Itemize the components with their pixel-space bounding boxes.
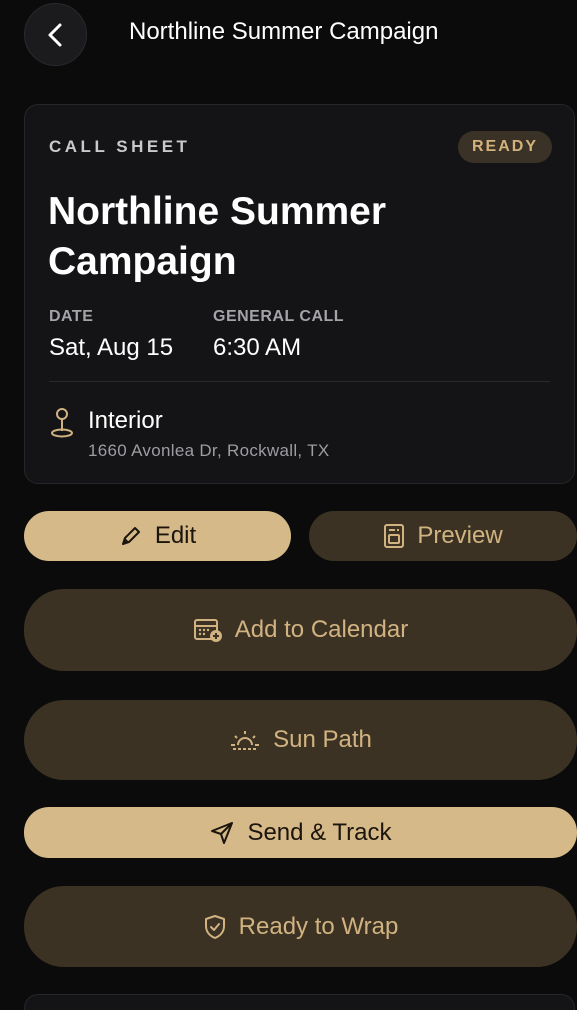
send-and-track-label: Send & Track	[247, 818, 392, 846]
card-eyebrow: CALL SHEET	[49, 137, 191, 156]
add-to-calendar-label: Add to Calendar	[234, 616, 409, 643]
ready-to-wrap-button[interactable]: Ready to Wrap	[24, 886, 577, 967]
sun-path-button[interactable]: Sun Path	[24, 700, 577, 780]
date-label: DATE	[49, 308, 94, 325]
preview-button-label: Preview	[417, 522, 503, 549]
location-pin-icon	[51, 408, 73, 438]
nav-header: Northline Summer Campaign	[0, 0, 577, 68]
ready-to-wrap-label: Ready to Wrap	[238, 912, 399, 940]
shield-check-icon	[204, 914, 225, 939]
preview-button[interactable]: Preview	[309, 511, 577, 561]
back-button[interactable]	[24, 3, 87, 66]
card-divider	[49, 381, 550, 382]
edit-button-label: Edit	[154, 522, 197, 549]
general-call-label: GENERAL CALL	[213, 308, 345, 325]
send-and-track-button[interactable]: Send & Track	[24, 807, 577, 858]
date-value: Sat, Aug 15	[49, 334, 174, 361]
header-title: Northline Summer Campaign	[129, 18, 439, 45]
call-sheet-screen: Northline Summer Campaign CALL SHEET REA…	[0, 0, 577, 1010]
chevron-left-icon	[48, 23, 61, 46]
document-preview-icon	[384, 524, 405, 548]
next-section-card	[24, 994, 575, 1010]
pencil-icon	[121, 527, 140, 545]
status-badge: READY	[457, 131, 552, 163]
location-name: Interior	[88, 407, 163, 434]
general-call-value: 6:30 AM	[213, 334, 302, 361]
sun-path-label: Sun Path	[273, 726, 372, 753]
paper-plane-icon	[211, 821, 234, 844]
sunrise-icon	[231, 731, 260, 750]
edit-button[interactable]: Edit	[24, 511, 291, 561]
calendar-add-icon	[193, 619, 222, 642]
location-address: 1660 Avonlea Dr, Rockwall, TX	[88, 441, 330, 460]
card-title: Northline Summer Campaign	[48, 190, 387, 283]
add-to-calendar-button[interactable]: Add to Calendar	[24, 589, 577, 671]
call-sheet-card[interactable]: CALL SHEET READY Northline Summer Campai…	[24, 104, 575, 484]
